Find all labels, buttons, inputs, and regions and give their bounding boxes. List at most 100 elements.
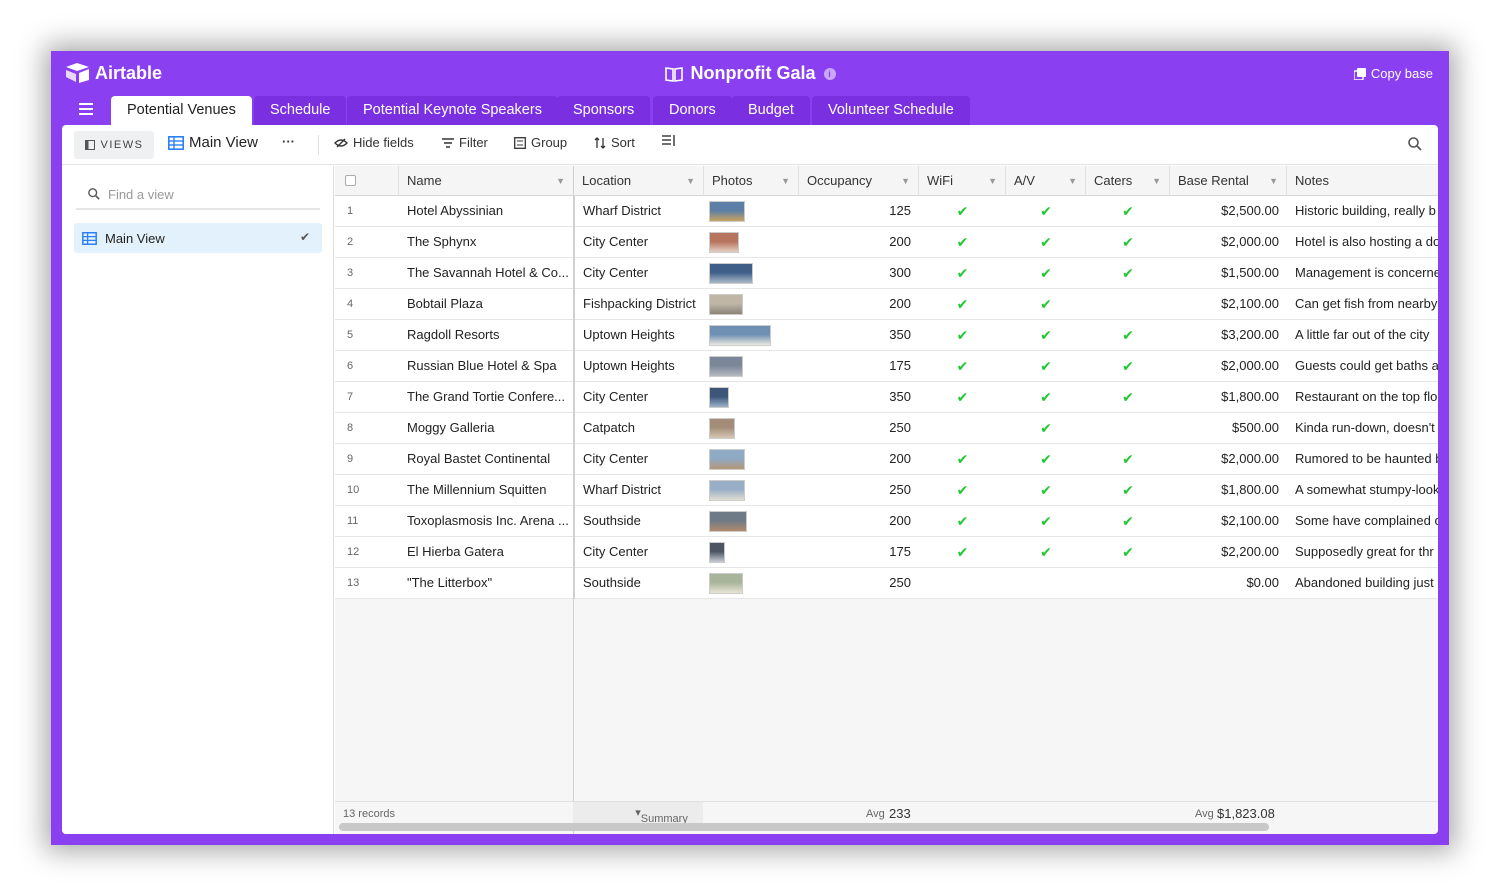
cell-location[interactable]: Wharf District [574,196,704,227]
cell-base-rental[interactable]: $2,000.00 [1170,351,1287,382]
cell-occupancy[interactable]: 125 [799,196,919,227]
cell-av[interactable]: ✔ [1006,475,1086,506]
cell-occupancy[interactable]: 200 [799,289,919,320]
cell-location[interactable]: City Center [574,382,704,413]
cell-photos[interactable] [704,289,799,320]
cell-location[interactable]: Uptown Heights [574,351,704,382]
cell-caters[interactable] [1086,568,1170,599]
cell-occupancy[interactable]: 175 [799,351,919,382]
cell-location[interactable]: Southside [574,568,704,599]
cell-location[interactable]: City Center [574,537,704,568]
cell-base-rental[interactable]: $1,500.00 [1170,258,1287,289]
cell-caters[interactable]: ✔ [1086,537,1170,568]
chevron-down-icon[interactable]: ▼ [1269,166,1278,196]
current-view-button[interactable]: Main View [168,134,258,151]
cell-photos[interactable] [704,196,799,227]
cell-caters[interactable] [1086,413,1170,444]
find-view-input[interactable]: Find a view [76,180,320,210]
cell-photos[interactable] [704,568,799,599]
base-title-text[interactable]: Nonprofit Gala [691,63,816,84]
cell-name[interactable]: Hotel Abyssinian [399,196,574,227]
cell-caters[interactable]: ✔ [1086,382,1170,413]
cell-notes[interactable]: Hotel is also hosting a do [1287,227,1438,258]
cell-wifi[interactable]: ✔ [919,444,1006,475]
chevron-down-icon[interactable]: ▼ [901,166,910,196]
cell-base-rental[interactable]: $2,100.00 [1170,289,1287,320]
column-header-location[interactable]: Location ▼ [574,166,704,196]
table-row[interactable]: 9 Royal Bastet Continental City Center 200 ✔… [335,444,1438,475]
cell-wifi[interactable]: ✔ [919,351,1006,382]
chevron-down-icon[interactable]: ▼ [1068,166,1077,196]
cell-name[interactable]: Ragdoll Resorts [399,320,574,351]
cell-av[interactable]: ✔ [1006,320,1086,351]
cell-location[interactable]: Wharf District [574,475,704,506]
views-toggle-button[interactable]: VIEWS [74,131,154,159]
table-row[interactable]: 1 Hotel Abyssinian Wharf District 125 ✔ ✔ ✔ $2,… [335,196,1438,227]
cell-caters[interactable]: ✔ [1086,351,1170,382]
venue-photo-thumbnail[interactable] [709,449,745,470]
cell-name[interactable]: El Hierba Gatera [399,537,574,568]
cell-name[interactable]: Russian Blue Hotel & Spa [399,351,574,382]
column-header-av[interactable]: A/V ▼ [1006,166,1086,196]
occupancy-avg-value[interactable]: 233 [889,806,911,821]
column-header-name[interactable]: Name ▼ [399,166,574,196]
column-header-notes[interactable]: Notes [1287,166,1438,196]
summary-button[interactable]: ▾ Summary [573,802,703,825]
cell-location[interactable]: Catpatch [574,413,704,444]
cell-location[interactable]: Uptown Heights [574,320,704,351]
chevron-down-icon[interactable]: ▼ [781,166,790,196]
cell-photos[interactable] [704,444,799,475]
cell-notes[interactable]: Can get fish from nearby [1287,289,1438,320]
cell-wifi[interactable]: ✔ [919,258,1006,289]
cell-caters[interactable] [1086,289,1170,320]
cell-caters[interactable]: ✔ [1086,506,1170,537]
cell-notes[interactable]: Kinda run-down, doesn't [1287,413,1438,444]
cell-wifi[interactable]: ✔ [919,475,1006,506]
menu-icon[interactable] [79,103,93,118]
cell-location[interactable]: City Center [574,444,704,475]
cell-av[interactable]: ✔ [1006,227,1086,258]
cell-occupancy[interactable]: 200 [799,227,919,258]
search-icon[interactable] [1408,137,1422,156]
cell-base-rental[interactable]: $0.00 [1170,568,1287,599]
cell-photos[interactable] [704,475,799,506]
sidebar-item-main-view[interactable]: Main View ✔ [74,223,322,253]
cell-base-rental[interactable]: $2,100.00 [1170,506,1287,537]
cell-name[interactable]: The Savannah Hotel & Co... [399,258,574,289]
venue-photo-thumbnail[interactable] [709,263,753,284]
column-header-occupancy[interactable]: Occupancy ▼ [799,166,919,196]
table-row[interactable]: 11 Toxoplasmosis Inc. Arena ... Southside 2… [335,506,1438,537]
table-row[interactable]: 8 Moggy Galleria Catpatch 250 ✔ $500.00 Kinda … [335,413,1438,444]
cell-photos[interactable] [704,227,799,258]
cell-notes[interactable]: A little far out of the city [1287,320,1438,351]
cell-wifi[interactable] [919,413,1006,444]
cell-occupancy[interactable]: 250 [799,568,919,599]
cell-av[interactable]: ✔ [1006,382,1086,413]
venue-photo-thumbnail[interactable] [709,325,771,346]
cell-av[interactable]: ✔ [1006,537,1086,568]
select-all-checkbox[interactable] [345,175,356,186]
cell-occupancy[interactable]: 250 [799,475,919,506]
cell-notes[interactable]: A somewhat stumpy-look [1287,475,1438,506]
tab-donors[interactable]: Donors [653,96,732,125]
cell-av[interactable]: ✔ [1006,444,1086,475]
cell-photos[interactable] [704,351,799,382]
venue-photo-thumbnail[interactable] [709,542,725,563]
cell-base-rental[interactable]: $1,800.00 [1170,475,1287,506]
row-height-button[interactable] [662,135,676,147]
chevron-down-icon[interactable]: ▼ [686,166,695,196]
cell-wifi[interactable]: ✔ [919,537,1006,568]
cell-av[interactable]: ✔ [1006,351,1086,382]
cell-caters[interactable]: ✔ [1086,196,1170,227]
cell-notes[interactable]: Guests could get baths a [1287,351,1438,382]
cell-occupancy[interactable]: 300 [799,258,919,289]
cell-photos[interactable] [704,320,799,351]
cell-notes[interactable]: Some have complained o [1287,506,1438,537]
cell-occupancy[interactable]: 350 [799,382,919,413]
cell-caters[interactable]: ✔ [1086,320,1170,351]
cell-caters[interactable]: ✔ [1086,444,1170,475]
cell-location[interactable]: Fishpacking District [574,289,704,320]
tab-potential-venues[interactable]: Potential Venues [111,96,252,125]
cell-name[interactable]: The Millennium Squitten [399,475,574,506]
cell-notes[interactable]: Abandoned building just [1287,568,1438,599]
